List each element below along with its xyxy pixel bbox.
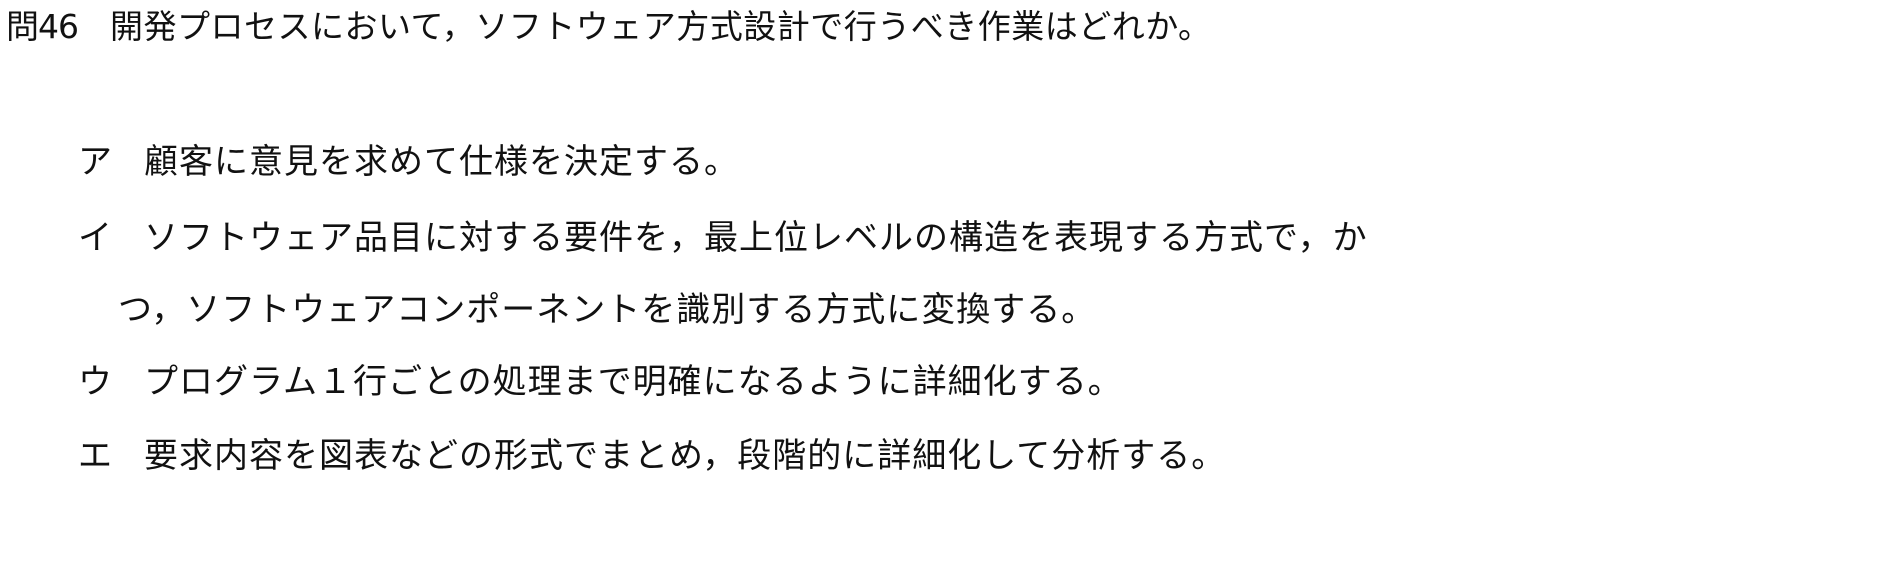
- choice-label: イ: [78, 217, 113, 258]
- choice-label: エ: [78, 435, 113, 476]
- choice-label: ア: [78, 141, 113, 182]
- question-number: 問46: [6, 7, 79, 46]
- choice-label: ウ: [78, 361, 113, 402]
- question-text: 開発プロセスにおいて，ソフトウェア方式設計で行うべき作業はどれか。: [110, 7, 1212, 46]
- exam-question: 問46 開発プロセスにおいて，ソフトウェア方式設計で行うべき作業はどれか。 ア …: [0, 0, 1896, 574]
- question-header: 問46 開発プロセスにおいて，ソフトウェア方式設計で行うべき作業はどれか。: [6, 2, 1212, 46]
- choice-u: ウ プログラム１行ごとの処理まで明確になるように詳細化する。: [78, 352, 1123, 404]
- choice-i: イ ソフトウェア品目に対する要件を，最上位レベルの構造を表現する方式で，か: [78, 208, 1368, 260]
- choice-i-continuation: つ，ソフトウェアコンポーネントを識別する方式に変換する。: [118, 289, 1097, 330]
- choice-e: エ 要求内容を図表などの形式でまとめ，段階的に詳細化して分析する。: [78, 426, 1226, 478]
- choice-text: 顧客に意見を求めて仕様を決定する。: [144, 141, 739, 182]
- choice-text: プログラム１行ごとの処理まで明確になるように詳細化する。: [144, 361, 1123, 402]
- choice-a: ア 顧客に意見を求めて仕様を決定する。: [78, 132, 739, 184]
- choice-text: ソフトウェア品目に対する要件を，最上位レベルの構造を表現する方式で，か: [144, 217, 1368, 258]
- choice-text: 要求内容を図表などの形式でまとめ，段階的に詳細化して分析する。: [144, 435, 1227, 476]
